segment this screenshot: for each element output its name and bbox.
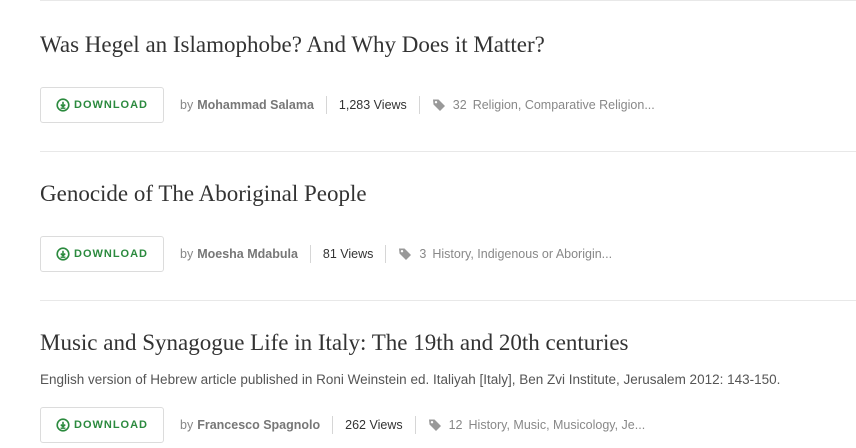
work-title-link[interactable]: Genocide of The Aboriginal People (40, 180, 856, 208)
work-item: Genocide of The Aboriginal People DOWNLO… (40, 180, 856, 280)
separator (385, 245, 387, 263)
download-label: DOWNLOAD (74, 248, 148, 260)
views-count: 1,283 Views (338, 98, 407, 112)
divider (40, 151, 856, 152)
download-circle-icon (56, 418, 70, 432)
by-label: by (180, 247, 194, 261)
work-abstract: English version of Hebrew article publis… (40, 372, 781, 387)
work-meta: DOWNLOAD by Moesha Mdabula 81 Views 3 Hi… (40, 236, 612, 272)
download-button[interactable]: DOWNLOAD (40, 236, 164, 272)
tag-icon (398, 247, 412, 261)
work-title-link[interactable]: Music and Synagogue Life in Italy: The 1… (40, 329, 856, 357)
work-item: Music and Synagogue Life in Italy: The 1… (40, 329, 856, 448)
tag-count: 3 (419, 247, 427, 261)
by-label: by (180, 418, 194, 432)
tags-link[interactable]: Religion, Comparative Religion... (473, 98, 655, 112)
separator (418, 96, 420, 114)
separator (414, 416, 416, 434)
divider (40, 0, 856, 1)
separator (325, 96, 327, 114)
tag-count: 32 (452, 98, 467, 112)
download-label: DOWNLOAD (74, 99, 148, 111)
separator (309, 245, 311, 263)
tags-link[interactable]: History, Indigenous or Aborigin... (432, 247, 612, 261)
download-circle-icon (56, 247, 70, 261)
tags-link[interactable]: History, Music, Musicology, Je... (469, 418, 646, 432)
download-button[interactable]: DOWNLOAD (40, 407, 164, 443)
author-link[interactable]: Moesha Mdabula (197, 247, 298, 261)
download-label: DOWNLOAD (74, 419, 148, 431)
work-meta: DOWNLOAD by Mohammad Salama 1,283 Views … (40, 87, 655, 123)
tag-icon (428, 418, 442, 432)
author-link[interactable]: Mohammad Salama (197, 98, 314, 112)
tag-icon (432, 98, 446, 112)
work-meta: DOWNLOAD by Francesco Spagnolo 262 Views… (40, 407, 645, 443)
separator (332, 416, 334, 434)
work-title-link[interactable]: Was Hegel an Islamophobe? And Why Does i… (40, 31, 856, 59)
by-label: by (180, 98, 194, 112)
views-count: 262 Views (345, 418, 403, 432)
views-count: 81 Views (322, 247, 374, 261)
author-link[interactable]: Francesco Spagnolo (197, 418, 320, 432)
download-circle-icon (56, 98, 70, 112)
tag-count: 12 (448, 418, 463, 432)
download-button[interactable]: DOWNLOAD (40, 87, 164, 123)
work-item: Was Hegel an Islamophobe? And Why Does i… (40, 31, 856, 131)
divider (40, 300, 856, 301)
